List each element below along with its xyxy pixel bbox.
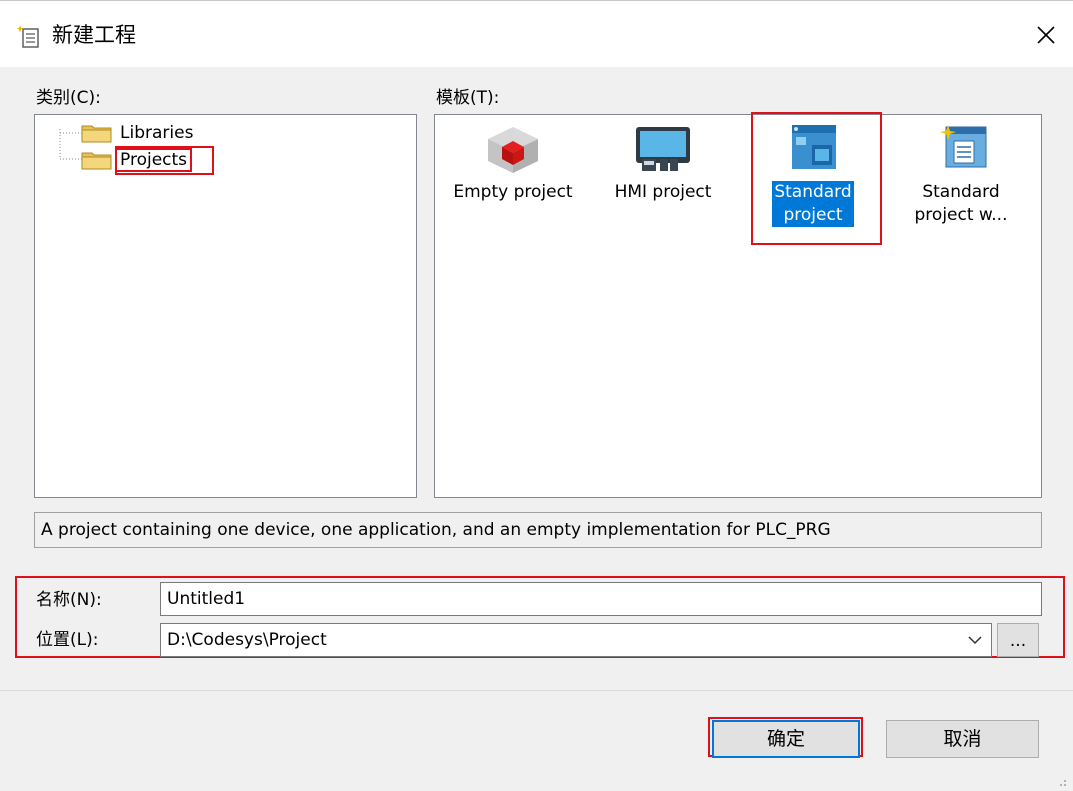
separator bbox=[0, 690, 1073, 691]
close-icon bbox=[1037, 26, 1055, 44]
tree-item-libraries[interactable]: Libraries bbox=[81, 121, 196, 145]
name-label: 名称(N): bbox=[36, 590, 102, 610]
resize-grip-icon[interactable] bbox=[1055, 775, 1067, 787]
location-label: 位置(L): bbox=[36, 630, 99, 650]
window-title: 新建工程 bbox=[52, 23, 136, 47]
folder-icon bbox=[81, 125, 112, 143]
title-bar[interactable]: 新建工程 bbox=[0, 0, 1073, 67]
location-combo[interactable]: D:\Codesys\Project bbox=[160, 623, 992, 657]
empty-project-icon bbox=[488, 127, 538, 173]
templates-list[interactable]: Empty project HMI project Standard proje… bbox=[434, 114, 1042, 498]
template-hmi-project[interactable]: HMI project bbox=[593, 123, 733, 204]
templates-label: 模板(T): bbox=[436, 88, 500, 108]
cancel-button[interactable]: 取消 bbox=[886, 720, 1039, 758]
browse-button[interactable]: ... bbox=[997, 623, 1039, 657]
template-label: Standard project bbox=[772, 181, 854, 227]
template-standard-project[interactable]: Standard project bbox=[743, 123, 883, 227]
standard-project-with-icon bbox=[940, 125, 987, 168]
tree-item-label: Libraries bbox=[120, 123, 194, 143]
name-input[interactable]: Untitled1 bbox=[160, 582, 1042, 616]
tree-item-label: Projects bbox=[114, 148, 193, 172]
standard-project-icon bbox=[792, 125, 836, 169]
template-empty-project[interactable]: Empty project bbox=[443, 123, 583, 204]
categories-label: 类别(C): bbox=[36, 88, 101, 108]
template-label: HMI project bbox=[614, 182, 712, 202]
template-description: A project containing one device, one app… bbox=[34, 512, 1042, 548]
combo-dropdown[interactable] bbox=[963, 624, 987, 656]
template-label: Standard project w... bbox=[914, 182, 1008, 225]
hmi-project-icon bbox=[636, 127, 690, 171]
template-label: Empty project bbox=[453, 182, 573, 202]
tree-item-projects[interactable]: Projects bbox=[81, 148, 193, 172]
new-document-icon bbox=[16, 25, 39, 48]
ok-button[interactable]: 确定 bbox=[712, 720, 860, 758]
new-project-dialog: 新建工程 类别(C): Libraries Projects 模板(T): Em… bbox=[0, 0, 1073, 791]
location-value: D:\Codesys\Project bbox=[167, 630, 327, 650]
categories-tree[interactable]: Libraries Projects bbox=[34, 114, 417, 498]
chevron-down-icon bbox=[968, 636, 982, 645]
close-button[interactable] bbox=[1026, 15, 1066, 55]
folder-icon bbox=[81, 152, 112, 170]
template-standard-project-with[interactable]: Standard project w... bbox=[891, 123, 1031, 227]
